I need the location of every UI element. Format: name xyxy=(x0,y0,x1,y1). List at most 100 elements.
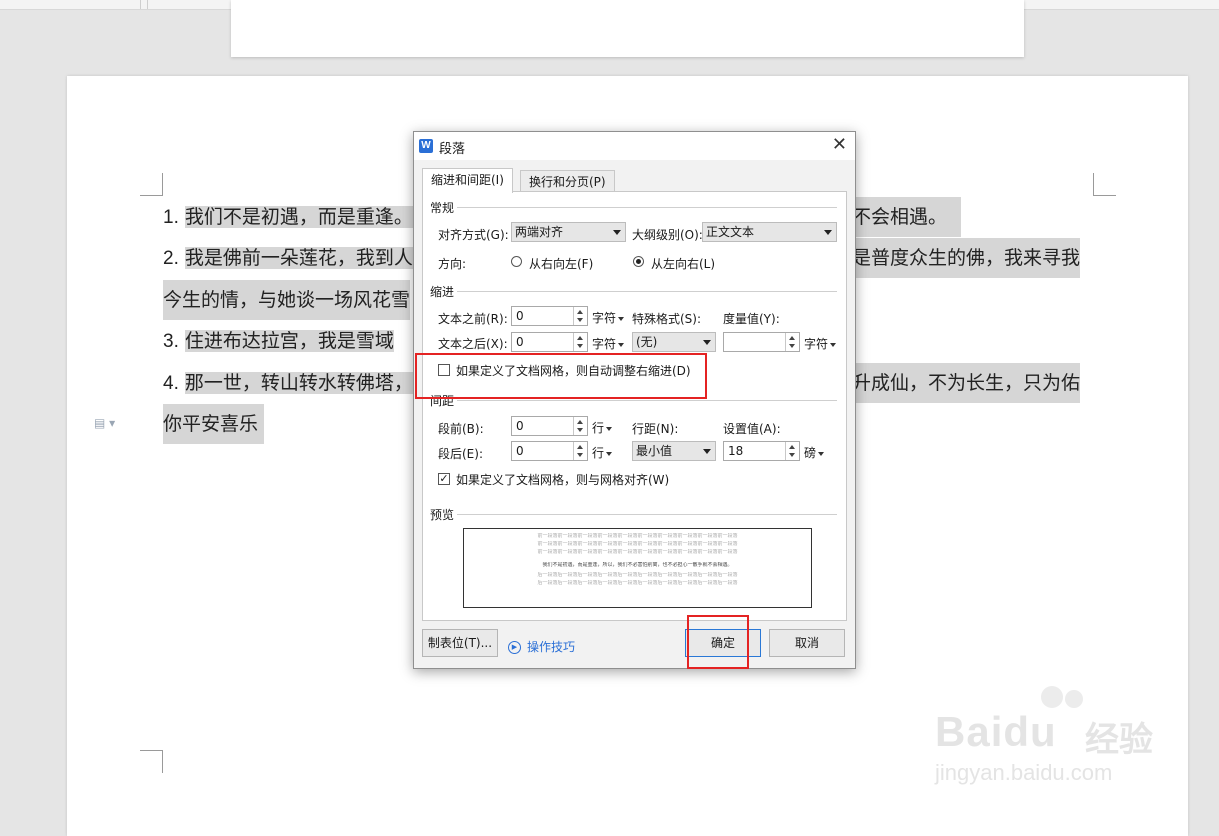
ltr-label[interactable]: 从左向右(L) xyxy=(651,255,715,272)
annotation-box-auto-adjust xyxy=(415,353,707,399)
special-format-select[interactable]: (无) xyxy=(632,332,716,352)
space-after-input[interactable]: 0 xyxy=(511,441,588,461)
preview-main-line: 我们不是初遇，而是重逢，所以，我们不必害怕别离，也不必担心一散手就不会相遇。 xyxy=(542,562,733,568)
spin-buttons[interactable] xyxy=(785,442,799,460)
tips-link[interactable]: ▶ 操作技巧 xyxy=(508,638,575,655)
divider xyxy=(457,400,837,401)
watermark-url: jingyan.baidu.com xyxy=(935,760,1113,785)
radio-rtl[interactable] xyxy=(511,256,522,267)
spin-up-icon[interactable] xyxy=(789,336,795,340)
indent-after-label: 文本之后(X): xyxy=(438,337,508,351)
indent-before-value: 0 xyxy=(516,309,524,323)
spin-up-icon[interactable] xyxy=(577,420,583,424)
tips-label: 操作技巧 xyxy=(527,640,576,654)
cancel-button[interactable]: 取消 xyxy=(769,629,845,657)
space-before-unit[interactable]: 行 xyxy=(592,419,613,436)
tab-indent-spacing[interactable]: 缩进和间距(I) xyxy=(422,168,513,193)
spin-down-icon[interactable] xyxy=(577,428,583,432)
list-number: 4. xyxy=(163,373,179,394)
space-before-value: 0 xyxy=(516,419,524,433)
setting-label: 设置值(A): xyxy=(723,422,781,436)
doc-line-1[interactable]: 1. 我们不是初遇，而是重逢。 xyxy=(163,197,413,237)
line-text: 我是佛前一朵莲花，我到人 xyxy=(184,247,413,269)
rtl-label[interactable]: 从右向左(F) xyxy=(529,255,593,272)
chevron-down-icon xyxy=(703,340,711,345)
radio-ltr[interactable] xyxy=(633,256,644,267)
space-after-value: 0 xyxy=(516,444,524,458)
space-before-label: 段前(B): xyxy=(438,422,484,436)
alignment-value: 两端对齐 xyxy=(515,225,564,239)
alignment-select[interactable]: 两端对齐 xyxy=(511,222,626,242)
paragraph-preview: 前一段落前一段落前一段落前一段落前一段落前一段落前一段落前一段落前一段落前一段落… xyxy=(463,528,812,608)
doc-line-6[interactable]: 你平安喜乐 xyxy=(163,404,265,444)
line-text: 今生的情，与她谈一场风花雪 xyxy=(163,289,411,311)
spin-down-icon[interactable] xyxy=(577,344,583,348)
chevron-down-icon xyxy=(618,316,625,321)
space-after-unit[interactable]: 行 xyxy=(592,444,613,461)
spin-down-icon[interactable] xyxy=(789,344,795,348)
indent-before-label: 文本之前(R): xyxy=(438,312,508,326)
doc-line-4[interactable]: 3. 住进布达拉宫，我是雪域 xyxy=(163,321,394,361)
doc-line-3[interactable]: 今生的情，与她谈一场风花雪 xyxy=(163,280,411,320)
paragraph-marker-icon[interactable]: ▤ ▾ xyxy=(94,416,115,430)
spin-down-icon[interactable] xyxy=(789,453,795,457)
outline-value: 正文文本 xyxy=(706,225,755,239)
doc-line-5-end[interactable]: 升成仙，不为长生，只为佑 xyxy=(852,363,1081,403)
paw-icon xyxy=(1065,690,1083,708)
preview-after-line: 后一段落后一段落后一段落后一段落后一段落后一段落后一段落后一段落后一段落后一段落 xyxy=(537,572,738,578)
margin-corner-top-left xyxy=(140,173,163,196)
margin-corner-bottom-left xyxy=(140,750,163,773)
dialog-titlebar[interactable]: W 段落 ✕ xyxy=(414,132,855,160)
list-number: 1. xyxy=(163,207,179,228)
setting-unit[interactable]: 磅 xyxy=(804,444,825,461)
line-text: 住进布达拉宫，我是雪域 xyxy=(184,330,394,352)
special-format-label: 特殊格式(S): xyxy=(632,312,702,326)
measure-unit[interactable]: 字符 xyxy=(804,335,837,352)
doc-line-2-end[interactable]: 是普度众生的佛，我来寻我 xyxy=(852,238,1081,278)
paw-icon xyxy=(1041,686,1063,708)
indent-before-input[interactable]: 0 xyxy=(511,306,588,326)
spin-buttons[interactable] xyxy=(573,307,587,325)
measure-input[interactable] xyxy=(723,332,800,352)
alignment-label: 对齐方式(G): xyxy=(438,228,509,242)
spin-buttons[interactable] xyxy=(785,333,799,351)
grid-align-checkbox[interactable]: ✓ xyxy=(438,473,450,485)
spin-up-icon[interactable] xyxy=(577,336,583,340)
chevron-down-icon xyxy=(613,230,621,235)
doc-line-1-end[interactable]: 不会相遇。 xyxy=(852,197,962,237)
space-after-label: 段后(E): xyxy=(438,447,483,461)
previous-page xyxy=(231,0,1024,57)
doc-line-5[interactable]: 4. 那一世，转山转水转佛塔， xyxy=(163,363,413,403)
spin-up-icon[interactable] xyxy=(789,445,795,449)
spin-buttons[interactable] xyxy=(573,442,587,460)
play-icon: ▶ xyxy=(508,641,521,654)
divider xyxy=(457,291,837,292)
outline-select[interactable]: 正文文本 xyxy=(702,222,837,242)
setting-input[interactable]: 18 xyxy=(723,441,800,461)
measure-label: 度量值(Y): xyxy=(723,312,780,326)
spin-down-icon[interactable] xyxy=(577,318,583,322)
spin-down-icon[interactable] xyxy=(577,453,583,457)
tab-line-page-breaks[interactable]: 换行和分页(P) xyxy=(520,170,615,193)
line-spacing-label: 行距(N): xyxy=(632,422,679,436)
chevron-down-icon xyxy=(824,230,832,235)
spin-up-icon[interactable] xyxy=(577,445,583,449)
list-number: 3. xyxy=(163,331,179,352)
tabs-button[interactable]: 制表位(T)... xyxy=(422,629,498,657)
spin-buttons[interactable] xyxy=(573,333,587,351)
grid-align-label[interactable]: 如果定义了文档网格，则与网格对齐(W) xyxy=(456,471,669,488)
indent-after-unit[interactable]: 字符 xyxy=(592,335,625,352)
baidu-watermark: Baidu 经验 jingyan.baidu.com xyxy=(935,686,1165,796)
space-before-input[interactable]: 0 xyxy=(511,416,588,436)
spin-buttons[interactable] xyxy=(573,417,587,435)
indent-after-value: 0 xyxy=(516,335,524,349)
doc-line-2[interactable]: 2. 我是佛前一朵莲花，我到人 xyxy=(163,238,413,278)
indent-before-unit[interactable]: 字符 xyxy=(592,309,625,326)
close-icon[interactable]: ✕ xyxy=(832,135,847,155)
indent-after-input[interactable]: 0 xyxy=(511,332,588,352)
chevron-down-icon xyxy=(830,342,837,347)
preview-before-line: 前一段落前一段落前一段落前一段落前一段落前一段落前一段落前一段落前一段落前一段落 xyxy=(537,549,738,555)
preview-before-line: 前一段落前一段落前一段落前一段落前一段落前一段落前一段落前一段落前一段落前一段落 xyxy=(537,533,738,539)
spin-up-icon[interactable] xyxy=(577,310,583,314)
line-spacing-select[interactable]: 最小值 xyxy=(632,441,716,461)
